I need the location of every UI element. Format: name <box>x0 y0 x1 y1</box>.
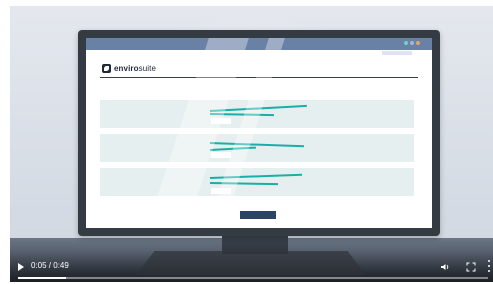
placeholder-bar <box>211 152 231 158</box>
form-card <box>100 134 414 162</box>
play-icon[interactable] <box>18 263 24 271</box>
app-topbar <box>86 38 432 50</box>
monitor-screen: envirosuite <box>86 38 432 228</box>
fullscreen-icon[interactable] <box>466 262 476 272</box>
screen-glare <box>147 38 249 228</box>
status-dot <box>404 41 408 45</box>
topbar-field <box>382 51 412 55</box>
progress-fill <box>18 277 66 279</box>
video-player[interactable]: envirosuite 0:05 / 0:49 <box>10 6 493 282</box>
teal-scribble <box>209 142 304 148</box>
more-icon[interactable] <box>488 260 491 272</box>
submit-button[interactable] <box>240 211 276 219</box>
volume-icon[interactable] <box>440 262 450 272</box>
progress-bar[interactable] <box>18 277 488 279</box>
logo-text: envirosuite <box>114 63 157 73</box>
logo-mark-icon <box>102 63 111 73</box>
monitor: envirosuite <box>78 30 440 236</box>
status-dot <box>410 41 414 45</box>
video-controls: 0:05 / 0:49 <box>10 252 493 282</box>
form-card <box>100 168 414 196</box>
time-display: 0:05 / 0:49 <box>31 261 69 270</box>
envirosuite-logo: envirosuite <box>102 62 156 74</box>
status-dot <box>416 41 420 45</box>
